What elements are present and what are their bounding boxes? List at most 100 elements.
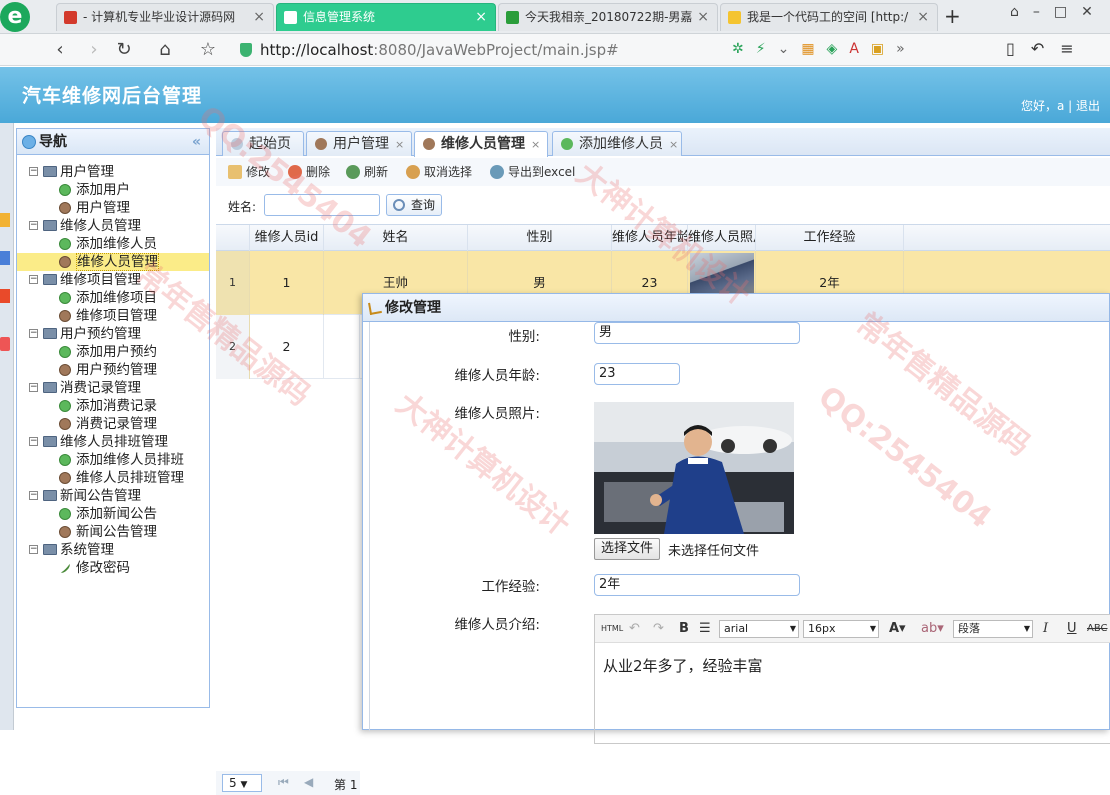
collapse-toggle-icon[interactable]: − bbox=[29, 275, 38, 284]
chevron-down-icon[interactable]: ⌄ bbox=[778, 41, 802, 57]
sidebar-item[interactable]: 修改密码 bbox=[17, 559, 209, 577]
page-size-select[interactable]: 5 ▼ bbox=[222, 774, 262, 792]
close-icon[interactable]: × bbox=[531, 138, 540, 151]
italic-icon[interactable]: I bbox=[1043, 620, 1048, 638]
experience-field[interactable]: 2年 bbox=[594, 574, 800, 596]
column-header-id[interactable]: 维修人员id bbox=[250, 225, 324, 251]
collapse-toggle-icon[interactable]: − bbox=[29, 491, 38, 500]
font-size-select[interactable]: 16px ▼ bbox=[803, 620, 879, 638]
close-window-icon[interactable]: ✕ bbox=[1081, 4, 1107, 20]
prev-page-icon[interactable]: ◀ bbox=[304, 775, 313, 789]
column-header-exp[interactable]: 工作经验 bbox=[756, 225, 904, 251]
sidebar-item[interactable]: 用户管理 bbox=[17, 199, 209, 217]
collapse-toggle-icon[interactable]: − bbox=[29, 329, 38, 338]
sidebar-item[interactable]: 添加消费记录 bbox=[17, 397, 209, 415]
browser-tab-2[interactable]: 信息管理系统 × bbox=[276, 3, 496, 31]
close-icon[interactable]: × bbox=[253, 4, 265, 31]
undo-icon[interactable]: ↶ bbox=[1031, 39, 1060, 58]
translate-icon[interactable]: A bbox=[849, 41, 871, 57]
cancel-select-button[interactable]: 取消选择 bbox=[406, 164, 472, 180]
column-header-name[interactable]: 姓名 bbox=[324, 225, 468, 251]
close-icon[interactable]: × bbox=[395, 138, 404, 151]
collapse-toggle-icon[interactable]: − bbox=[29, 167, 38, 176]
tab-repairman-management[interactable]: 维修人员管理 × bbox=[414, 131, 548, 157]
refresh-button[interactable]: 刷新 bbox=[346, 164, 388, 180]
sidebar-group[interactable]: − 用户管理 bbox=[17, 163, 209, 181]
column-header-sex[interactable]: 性别 bbox=[468, 225, 612, 251]
browser-tab-3[interactable]: 今天我相亲_20180722期-男嘉 × bbox=[498, 3, 718, 31]
tab-user-management[interactable]: 用户管理 × bbox=[306, 131, 412, 156]
logout-link[interactable]: 退出 bbox=[1076, 99, 1100, 113]
undo-icon[interactable]: ↶ bbox=[629, 620, 640, 638]
sidebar-group[interactable]: − 新闻公告管理 bbox=[17, 487, 209, 505]
new-tab-button[interactable]: + bbox=[944, 4, 961, 28]
sidebar-group[interactable]: − 系统管理 bbox=[17, 541, 209, 559]
choose-file-button[interactable]: 选择文件 bbox=[594, 538, 661, 560]
menu-icon[interactable]: ≡ bbox=[1060, 39, 1089, 58]
age-field[interactable]: 23 bbox=[594, 363, 680, 385]
sidebar-group[interactable]: − 维修人员管理 bbox=[17, 217, 209, 235]
close-icon[interactable]: × bbox=[697, 4, 709, 31]
column-header-photo[interactable]: 维修人员照片 bbox=[688, 225, 756, 251]
apps-grid-icon[interactable] bbox=[0, 337, 10, 351]
browser-tab-4[interactable]: 我是一个代码工的空间 [http:/ × bbox=[720, 3, 938, 31]
bookmark-star-icon[interactable]: ☆ bbox=[196, 38, 220, 62]
screenshot-icon[interactable]: ▣ bbox=[871, 41, 896, 57]
collapse-toggle-icon[interactable]: − bbox=[29, 545, 38, 554]
redo-icon[interactable]: ↷ bbox=[653, 620, 664, 638]
url-field[interactable]: http://localhost:8080/JavaWebProject/mai… bbox=[232, 39, 722, 61]
back-icon[interactable]: ‹ bbox=[48, 38, 72, 62]
underline-icon[interactable]: U bbox=[1067, 620, 1077, 638]
sidebar-item[interactable]: 用户预约管理 bbox=[17, 361, 209, 379]
sidebar-item[interactable]: 添加用户 bbox=[17, 181, 209, 199]
editor-content[interactable]: 从业2年多了，经验丰富 bbox=[603, 655, 763, 676]
phone-icon[interactable]: ▯ bbox=[1006, 39, 1031, 58]
sidebar-item[interactable]: 维修项目管理 bbox=[17, 307, 209, 325]
close-icon[interactable]: × bbox=[669, 138, 678, 151]
close-icon[interactable]: × bbox=[917, 4, 929, 31]
tab-add-repairman[interactable]: 添加维修人员 × bbox=[552, 131, 682, 156]
export-excel-button[interactable]: 导出到excel bbox=[490, 164, 575, 180]
collapse-toggle-icon[interactable]: − bbox=[29, 437, 38, 446]
sync-icon[interactable]: ✲ bbox=[732, 41, 756, 57]
sidebar-item[interactable]: 维修人员管理 bbox=[17, 253, 209, 271]
shield-icon[interactable]: ◈ bbox=[827, 41, 850, 57]
sidebar-group[interactable]: − 维修人员排班管理 bbox=[17, 433, 209, 451]
font-color-icon[interactable]: A▾ bbox=[889, 620, 906, 638]
sidebar-item[interactable]: 添加用户预约 bbox=[17, 343, 209, 361]
query-button[interactable]: 查询 bbox=[386, 194, 442, 216]
home-icon[interactable]: ⌂ bbox=[153, 38, 177, 62]
browser-logo-icon[interactable]: e bbox=[0, 2, 30, 32]
sidebar-group[interactable]: − 维修项目管理 bbox=[17, 271, 209, 289]
name-search-input[interactable] bbox=[264, 194, 380, 216]
font-family-select[interactable]: arial ▼ bbox=[719, 620, 799, 638]
tab-home[interactable]: 起始页 bbox=[222, 131, 304, 156]
maximize-icon[interactable]: □ bbox=[1054, 4, 1081, 20]
lightning-icon[interactable]: ⚡ bbox=[756, 41, 778, 57]
collapse-toggle-icon[interactable]: − bbox=[29, 221, 38, 230]
window-icon[interactable] bbox=[0, 251, 10, 265]
sidebar-item[interactable]: 添加新闻公告 bbox=[17, 505, 209, 523]
delete-button[interactable]: 删除 bbox=[288, 164, 330, 180]
forward-icon[interactable]: › bbox=[82, 38, 106, 62]
bold-icon[interactable]: B bbox=[679, 620, 689, 638]
apps-icon[interactable]: ▦ bbox=[801, 41, 826, 57]
minimize-icon[interactable]: – bbox=[1033, 4, 1054, 20]
collapse-icon[interactable]: « bbox=[192, 129, 201, 155]
format-icon[interactable]: ☰ bbox=[699, 620, 711, 638]
star-icon[interactable] bbox=[0, 213, 10, 227]
edit-button[interactable]: 修改 bbox=[228, 164, 270, 180]
close-icon[interactable]: × bbox=[475, 4, 487, 31]
sidebar-group[interactable]: − 消费记录管理 bbox=[17, 379, 209, 397]
collapse-toggle-icon[interactable]: − bbox=[29, 383, 38, 392]
more-chevron-icon[interactable]: » bbox=[896, 41, 917, 57]
html-source-icon[interactable]: HTML bbox=[601, 620, 623, 638]
paragraph-select[interactable]: 段落 ▼ bbox=[953, 620, 1033, 638]
column-header-age[interactable]: 维修人员年龄 bbox=[612, 225, 688, 251]
sidebar-item[interactable]: 添加维修人员 bbox=[17, 235, 209, 253]
reload-icon[interactable]: ↻ bbox=[112, 38, 136, 62]
sidebar-item[interactable]: 添加维修人员排班 bbox=[17, 451, 209, 469]
sidebar-item[interactable]: 添加维修项目 bbox=[17, 289, 209, 307]
strikethrough-icon[interactable]: ABC bbox=[1087, 620, 1108, 638]
shirt-icon[interactable]: ⌂ bbox=[1010, 4, 1033, 20]
